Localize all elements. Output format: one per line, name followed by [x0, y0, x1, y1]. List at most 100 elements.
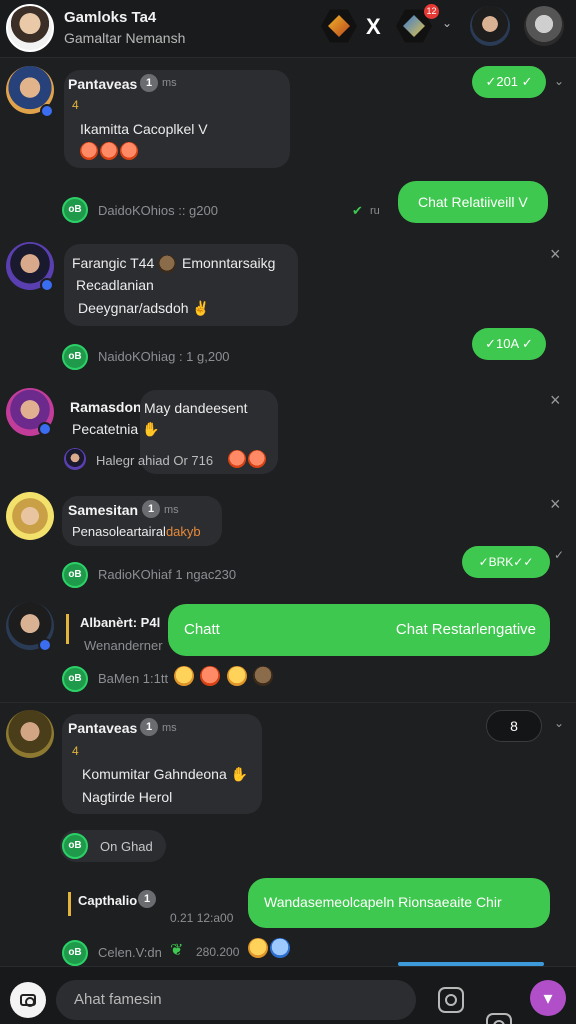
message-bubble[interactable]: Pantaveas 1 ms 4 Komumitar Gahndeona ✋ N…: [62, 714, 262, 814]
reply-meta: Halegr ahiad Or 716: [96, 453, 214, 468]
badge-count: 1: [142, 500, 160, 518]
group-icon: oB: [62, 197, 88, 223]
sender-name: Samesitan: [68, 502, 139, 518]
close-icon[interactable]: ×: [550, 244, 561, 265]
reply-avatar: [64, 448, 86, 470]
emoji-icon: [253, 666, 274, 686]
close-icon[interactable]: X: [366, 14, 381, 40]
message-meta: BaMen 1:1tt: [98, 671, 169, 686]
outgoing-status-pill[interactable]: ✓BRK✓✓: [462, 546, 550, 578]
emoji-reactions[interactable]: [228, 450, 268, 468]
message-bubble[interactable]: Pantaveas 1 ms 4 Ikamitta Cacoplkel V: [64, 70, 290, 168]
composer-bar: Ahat famesin: [0, 966, 576, 1024]
chat-header: Gamloks Ta4 Gamaltar Nemansh X 12 ⌄: [0, 0, 576, 58]
member-avatar-2[interactable]: [524, 6, 564, 46]
emoji-icon: [270, 938, 290, 958]
send-icon: ▾: [543, 988, 553, 1008]
sender-name: Capthalio: [78, 893, 138, 908]
close-icon[interactable]: ×: [550, 390, 561, 411]
message-text: Deeygnar/adsdoh ✌: [78, 300, 210, 316]
camera-icon[interactable]: [486, 1013, 512, 1024]
badge-count: 1: [138, 890, 156, 908]
message-time: 280.200: [196, 945, 240, 959]
emoji-reactions[interactable]: [80, 142, 140, 160]
outgoing-message[interactable]: Chat Relatiiveill V: [398, 181, 548, 223]
reply-bar: [66, 614, 69, 644]
message-line: 4: [72, 98, 79, 112]
group-icon: oB: [62, 940, 88, 966]
message-meta: On Ghad: [100, 839, 153, 854]
message-meta: Celen.V:dn: [98, 945, 162, 960]
chevron-down-icon[interactable]: ⌄: [554, 716, 564, 730]
divider: [0, 702, 576, 703]
game-badge-icon[interactable]: [321, 9, 357, 43]
chevron-down-icon[interactable]: ⌄: [442, 16, 452, 30]
message-text: Chatt: [184, 621, 220, 638]
sender-name: Albanèrt: P4l: [80, 615, 161, 630]
message-bubble[interactable]: Farangic T44 Emonntarsaikg Recadlanian D…: [64, 244, 298, 326]
emoji-icon: [226, 666, 247, 686]
sender-avatar[interactable]: [6, 492, 54, 540]
message-text: Nagtirde Herol: [82, 789, 173, 805]
message-text: Penasoleartairaldakyb: [72, 524, 201, 539]
message-time: ms: [164, 504, 179, 516]
message-input[interactable]: Ahat famesin: [56, 980, 416, 1020]
message-time: ms: [162, 77, 177, 89]
emoji-reactions[interactable]: [248, 938, 292, 958]
outgoing-status-pill[interactable]: ✓201 ✓: [472, 66, 546, 98]
emoji-icon: [158, 255, 177, 274]
online-badge-icon: [38, 422, 52, 436]
gallery-icon[interactable]: [438, 987, 464, 1013]
message-line: Farangic T44 Emonntarsaikg: [72, 255, 276, 274]
message-meta: NaidoKOhiag : 1 g,200: [98, 349, 230, 364]
badge-count: 1: [140, 718, 158, 736]
message-subtitle: Wenanderner: [84, 638, 163, 653]
notification-count: 12: [424, 4, 439, 19]
emoji-icon: [80, 142, 98, 160]
sender-name: Pantaveas: [68, 720, 138, 736]
outgoing-message[interactable]: Chatt Chat Restarlengative: [168, 604, 550, 656]
message-time: ms: [162, 722, 177, 734]
emoji-icon: [200, 666, 221, 686]
sender-name: Ramasdon: [70, 399, 142, 415]
reply-bar: [68, 892, 71, 916]
message-line: 4: [72, 744, 79, 758]
send-button[interactable]: ▾: [530, 980, 566, 1016]
online-badge-icon: [40, 278, 54, 292]
badge-count: 1: [140, 74, 158, 92]
check-icon: ✔: [352, 203, 363, 218]
check-icon: ✓: [554, 548, 565, 562]
camera-icon: [20, 994, 36, 1007]
sender-name: Farangic T44: [72, 255, 155, 271]
emoji-reactions[interactable]: [174, 666, 275, 686]
counter-pill[interactable]: 8: [486, 710, 542, 742]
member-avatar[interactable]: [470, 6, 510, 46]
group-icon: oB: [62, 562, 88, 588]
message-time: ru: [370, 205, 380, 217]
sender-avatar[interactable]: [6, 710, 54, 758]
group-icon: oB: [62, 833, 88, 859]
chat-avatar[interactable]: [6, 4, 54, 52]
leaf-icon: ❦: [170, 942, 184, 959]
message-text: Ikamitta Cacoplkel V: [80, 121, 208, 137]
outgoing-status-pill[interactable]: ✓10A ✓: [472, 328, 546, 360]
group-icon: oB: [62, 344, 88, 370]
close-icon[interactable]: ×: [550, 494, 561, 515]
message-meta: RadioKOhiaf 1 ngac230: [98, 567, 237, 582]
message-text: May dandeesent: [144, 400, 248, 416]
message-bubble[interactable]: Samesitan 1 ms Penasoleartairaldakyb: [62, 496, 222, 546]
chevron-down-icon[interactable]: ⌄: [554, 74, 564, 88]
message-text: Emonntarsaikg: [182, 255, 276, 271]
chat-subtitle: Gamaltar Nemansh: [64, 30, 186, 46]
group-icon: oB: [62, 666, 88, 692]
emoji-icon: [248, 938, 268, 958]
message-text: Pecatetnia ✋: [72, 421, 160, 437]
outgoing-message[interactable]: Wandasemeolcapeln Rionsaeaite Chir: [248, 878, 550, 928]
camera-button[interactable]: [10, 982, 46, 1018]
message-text: Chat Restarlengative: [395, 621, 536, 638]
message-meta: DaidoKOhios :: g200: [98, 203, 218, 218]
emoji-icon: [100, 142, 118, 160]
online-badge-icon: [38, 638, 52, 652]
message-time: 0.21 12:a00: [170, 911, 234, 925]
emoji-icon: [228, 450, 246, 468]
